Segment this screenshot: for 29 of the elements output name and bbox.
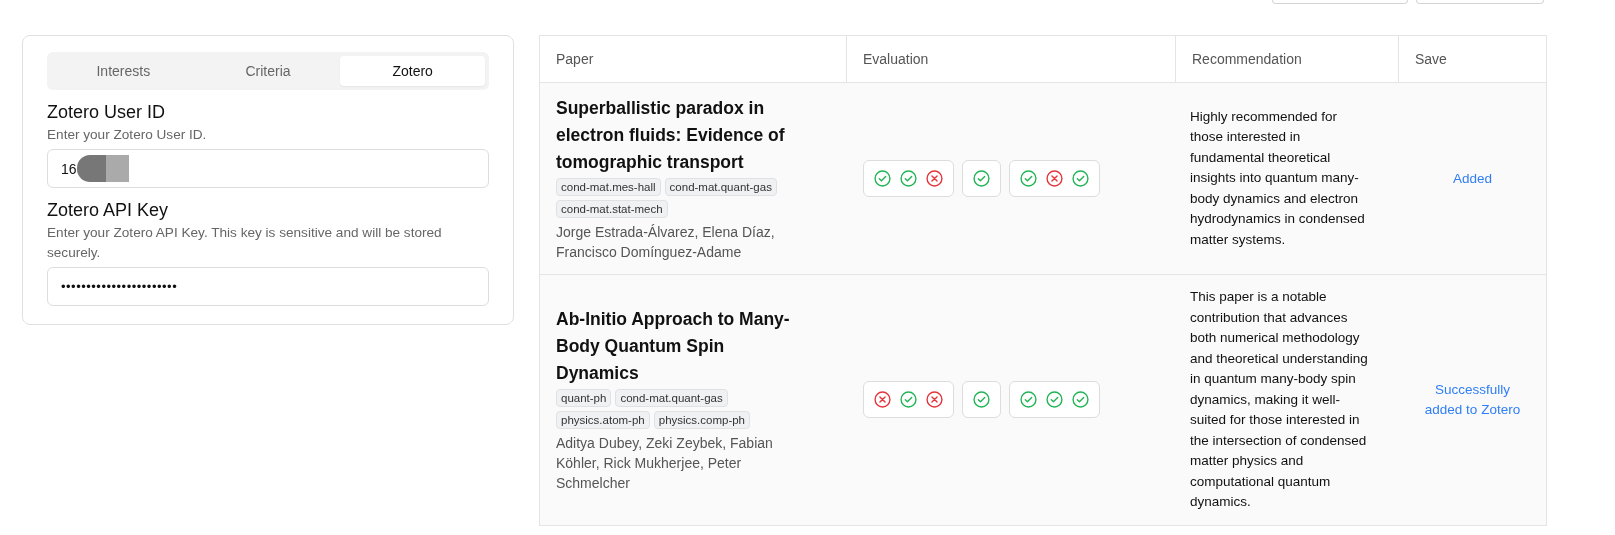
column-header: Evaluation xyxy=(847,36,1176,82)
field-label: Zotero API Key xyxy=(47,200,170,221)
paper-title: Superballistic paradox in electron fluids: Evidence of tomographic transport xyxy=(556,97,786,174)
author-list: Aditya Dubey, Zeki Zeybek, Fabian Köhler, Rick Mukherjee, Peter Schmelcher xyxy=(556,433,797,494)
input-field[interactable]: 16 xyxy=(47,149,489,188)
category-tag: cond-mat.mes-hall xyxy=(556,178,661,196)
category-tag: cond-mat.stat-mech xyxy=(556,200,668,218)
save-status: Successfully added to Zotero xyxy=(1423,380,1522,419)
category-tag: quant-ph xyxy=(556,389,612,408)
category-tag: physics.atom-ph xyxy=(556,411,650,430)
field-hint: Enter your Zotero API Key. This key is sensitive and will be stored securely. xyxy=(47,224,443,262)
category-tag: physics.comp-ph xyxy=(653,411,751,430)
column-header: Recommendation xyxy=(1176,36,1399,82)
column-header: Paper xyxy=(540,36,847,82)
category-tag: cond-mat.quant-gas xyxy=(615,389,728,408)
tab[interactable]: Interests xyxy=(51,56,196,86)
paper-title: Ab-Initio Approach to Many-Body Quantum Spin Dynamics xyxy=(556,308,791,386)
author-list: Jorge Estrada-Álvarez, Elena Díaz, Francisco Domínguez-Adame xyxy=(556,222,797,262)
redaction-blur xyxy=(76,155,129,182)
recommendation-text: This paper is a notable contribution that advances both numerical methodology and theoretical understanding in quantum many-body spin dynamics, making it well-suited for those interested in the intersection of condensed matter physics and computational quantum dynamics. xyxy=(1190,288,1369,511)
column-header: Save xyxy=(1414,50,1448,69)
tab[interactable]: Zotero xyxy=(340,56,485,86)
field-label: Zotero User ID xyxy=(47,102,167,123)
category-tag: cond-mat.quant-gas xyxy=(664,178,777,196)
tab[interactable]: Criteria xyxy=(195,56,341,86)
recommendation-text: Highly recommended for those interested in fundamental theoretical insights into quantum many-body dynamics and electron hydrodynamics in condensed matter systems. xyxy=(1190,107,1366,249)
field-hint: Enter your Zotero User ID. xyxy=(47,126,208,144)
input-field[interactable]: ••••••••••••••••••••••• xyxy=(47,267,489,306)
save-status: Added xyxy=(1452,169,1492,188)
